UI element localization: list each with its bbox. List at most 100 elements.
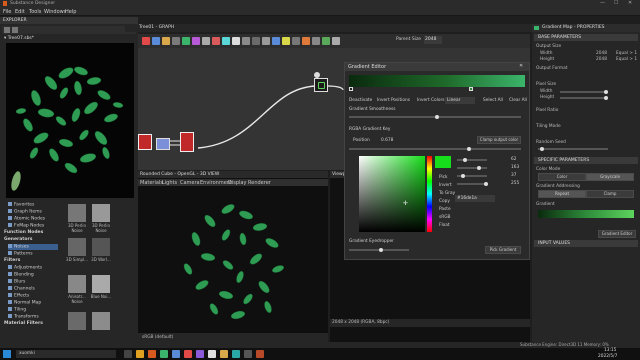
toolbar-icon[interactable]: [272, 37, 280, 45]
library-item-noises[interactable]: Noises: [8, 244, 58, 250]
channel-a-slider[interactable]: [457, 182, 488, 186]
menu-edit[interactable]: Edit: [15, 9, 25, 15]
graph-node-output[interactable]: [314, 78, 328, 92]
3d-menu-camera[interactable]: Camera: [180, 180, 200, 186]
slider-knob[interactable]: [467, 147, 471, 151]
toolbar-icon[interactable]: [242, 37, 250, 45]
channel-r-slider[interactable]: [457, 158, 487, 162]
toolbar-icon[interactable]: [142, 37, 150, 45]
slider-knob[interactable]: [484, 182, 488, 186]
smoothness-slider[interactable]: [349, 115, 521, 119]
graph-node-selected[interactable]: [180, 132, 194, 152]
color-picker-square[interactable]: ✛: [359, 156, 425, 232]
toolbar-icon[interactable]: [282, 37, 290, 45]
gradient-bar[interactable]: [349, 75, 525, 87]
float-button[interactable]: Float: [439, 223, 450, 228]
app-icon[interactable]: [256, 350, 264, 358]
invert-positions-button[interactable]: Invert Positions: [377, 98, 410, 103]
channel-b-slider[interactable]: [457, 174, 487, 178]
noise-tile[interactable]: [68, 238, 86, 256]
select-all-button[interactable]: Select All: [483, 98, 503, 103]
slider-knob[interactable]: [604, 90, 608, 94]
app-icon[interactable]: [232, 350, 240, 358]
toolbar-icon[interactable]: [232, 37, 240, 45]
slider-knob[interactable]: [379, 248, 383, 252]
explorer-icon[interactable]: [136, 350, 144, 358]
noise-tile[interactable]: [92, 204, 110, 222]
library-item[interactable]: Filters: [4, 258, 20, 263]
menu-windows[interactable]: Windows: [44, 9, 66, 15]
close-icon[interactable]: ✕: [628, 0, 632, 6]
library-item[interactable]: Effects: [8, 293, 29, 299]
library-item[interactable]: Blurs: [8, 279, 25, 285]
library-item[interactable]: Channels: [8, 286, 35, 292]
toolbar-icon[interactable]: [332, 37, 340, 45]
height-value[interactable]: 2048: [596, 57, 607, 62]
toolbar-icon[interactable]: [252, 37, 260, 45]
graph-tab[interactable]: Tree01 - GRAPH: [139, 25, 174, 30]
toolbar-icon[interactable]: [162, 37, 170, 45]
slider-knob[interactable]: [477, 166, 481, 170]
app-icon[interactable]: [244, 350, 252, 358]
paste-button[interactable]: Paste: [439, 207, 451, 212]
position-slider[interactable]: [349, 147, 521, 151]
graph-node[interactable]: [138, 134, 152, 150]
width-value[interactable]: 2048: [596, 51, 607, 56]
maximize-icon[interactable]: ☐: [614, 0, 618, 6]
toolbar-icon[interactable]: [172, 37, 180, 45]
start-icon[interactable]: [3, 350, 11, 358]
random-seed-slider[interactable]: [538, 147, 608, 151]
toolbar-icon[interactable]: [192, 37, 200, 45]
library-item[interactable]: FxMap Nodes: [8, 223, 44, 229]
noise-tile[interactable]: [92, 238, 110, 256]
pick-gradient-button[interactable]: Pick Gradient: [485, 246, 521, 254]
app-icon[interactable]: [160, 350, 168, 358]
input-values-header[interactable]: INPUT VALUES: [534, 240, 638, 247]
clear-all-button[interactable]: Clear All: [509, 98, 527, 103]
app-icon[interactable]: [196, 350, 204, 358]
invert-button[interactable]: Invert: [439, 183, 452, 188]
channel-r-value[interactable]: 62: [511, 157, 516, 162]
library-item[interactable]: Atomic Nodes: [8, 216, 45, 222]
app-icon[interactable]: [184, 350, 192, 358]
3d-menu-renderer[interactable]: Renderer: [248, 180, 271, 186]
toolbar-icon[interactable]: [152, 37, 160, 45]
channel-g-value[interactable]: 163: [511, 165, 519, 170]
pick-button[interactable]: Pick: [439, 175, 448, 180]
library-item[interactable]: Normal Map: [8, 300, 41, 306]
noise-tile[interactable]: [92, 275, 110, 293]
to-gray-button[interactable]: To Gray: [439, 191, 455, 196]
library-item[interactable]: Function Nodes: [4, 230, 43, 235]
library-item[interactable]: Blending: [8, 272, 34, 278]
library-item[interactable]: Material Filters: [4, 321, 43, 326]
color-mode-color[interactable]: Color: [538, 173, 586, 181]
library-item[interactable]: Tiling: [8, 307, 26, 313]
channel-b-value[interactable]: 37: [511, 173, 516, 178]
menu-tools[interactable]: Tools: [29, 9, 41, 15]
clamp-output-button[interactable]: Clamp output color: [477, 136, 521, 144]
noise-tile[interactable]: [68, 312, 86, 330]
app-icon[interactable]: [208, 350, 216, 358]
slider-knob[interactable]: [461, 174, 465, 178]
slider-knob[interactable]: [435, 115, 439, 119]
toolbar-icon[interactable]: [212, 37, 220, 45]
3d-menu-lights[interactable]: Lights: [162, 180, 177, 186]
gradient-preview[interactable]: [538, 210, 634, 218]
menu-help[interactable]: Help: [65, 9, 76, 15]
toolbar-icon[interactable]: [322, 37, 330, 45]
pixel-height-slider[interactable]: [560, 96, 608, 100]
toolbar-icon[interactable]: [312, 37, 320, 45]
gradient-key-marker[interactable]: [349, 87, 353, 91]
addressing-repeat[interactable]: Repeat: [538, 190, 586, 198]
node-port-icon[interactable]: [314, 72, 320, 78]
app-icon[interactable]: [148, 350, 156, 358]
app-icon[interactable]: [172, 350, 180, 358]
library-item[interactable]: Favorites: [8, 202, 34, 208]
parent-size-dropdown[interactable]: 2048: [424, 36, 442, 44]
app-icon[interactable]: [220, 350, 228, 358]
new-icon[interactable]: [4, 27, 10, 33]
toolbar-icon[interactable]: [262, 37, 270, 45]
noise-tile[interactable]: [68, 204, 86, 222]
graph-node[interactable]: [156, 138, 170, 150]
3d-view-footer[interactable]: sRGB (default): [138, 333, 328, 342]
